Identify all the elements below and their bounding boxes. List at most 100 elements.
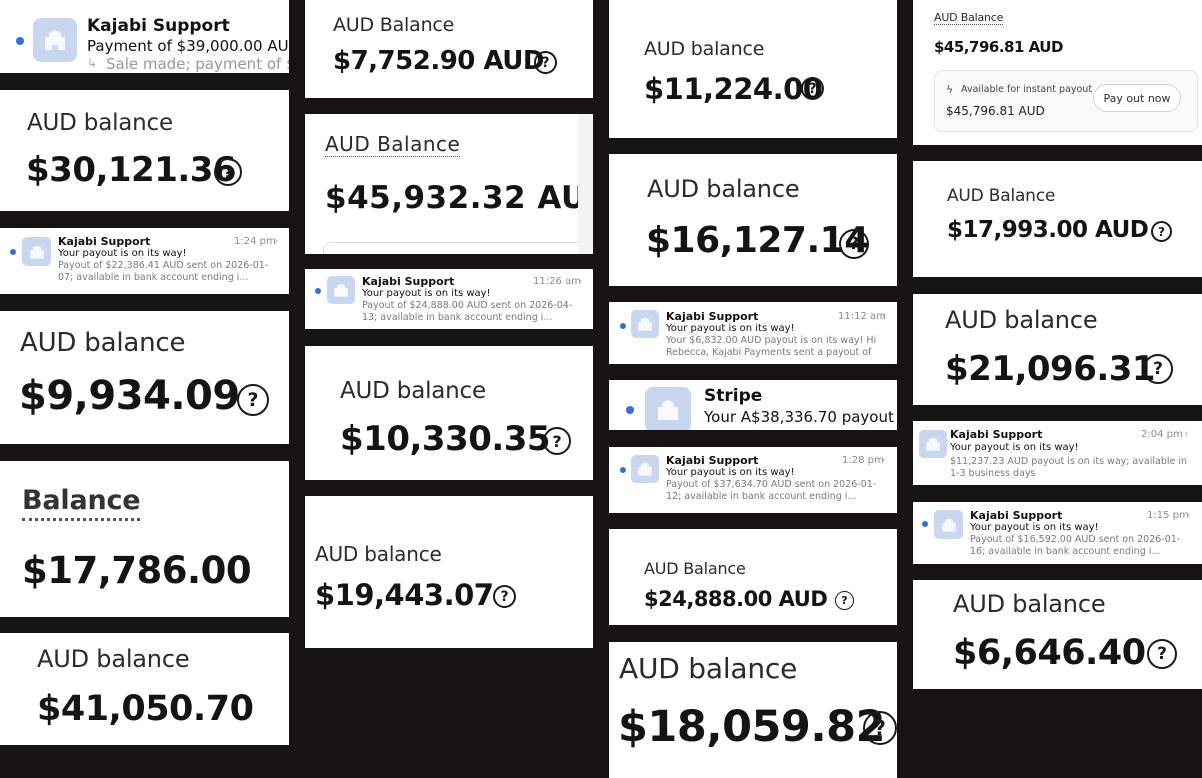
chevron-right-icon[interactable]: ›	[274, 234, 278, 247]
notification-subject: Your payout is on its way!	[970, 522, 1099, 533]
question-circle-icon[interactable]: ?	[835, 591, 854, 610]
balance-amount: $11,224.00	[644, 72, 823, 106]
balance-amount: $17,993.00 AUD	[947, 217, 1149, 243]
notification-subject: Your payout is on its way!	[58, 248, 187, 259]
balance-amount: $7,752.90 AUD	[333, 46, 544, 76]
unread-dot	[620, 467, 626, 473]
notification-sender: Kajabi Support	[666, 310, 759, 323]
notification-card[interactable]: Kajabi Support 11:12 am › Your payout is…	[609, 302, 897, 364]
balance-amount: $10,330.35	[340, 419, 551, 459]
question-circle-icon[interactable]: ?	[237, 384, 269, 416]
notification-subject: Payment of $39,000.00 AUD f	[87, 37, 289, 55]
balance-amount: $24,888.00 AUD	[644, 587, 828, 611]
notification-card[interactable]: Kajabi Support 1:24 pm › Your payout is …	[0, 228, 289, 294]
chevron-right-icon[interactable]: ›	[1184, 427, 1188, 440]
balance-card: AUD Balance $7,752.90 AUD ?	[305, 0, 593, 98]
notification-time: 11:26 am	[533, 276, 581, 287]
balance-amount: $9,934.09	[19, 373, 240, 419]
notification-time: 1:28 pm	[842, 455, 884, 466]
building-icon	[33, 18, 77, 62]
notification-preview: Payout of $16,592.00 AUD sent on 2026-01…	[970, 534, 1181, 558]
instant-payout-label: Available for instant payout	[961, 84, 1093, 95]
balance-amount: $16,127.14	[646, 220, 869, 261]
balance-card: AUD balance $9,934.09 ?	[0, 311, 289, 444]
building-icon	[919, 430, 947, 458]
question-circle-icon[interactable]: ?	[1143, 354, 1173, 384]
notification-sender: Kajabi Support	[58, 235, 151, 248]
notification-subject: Your A$38,336.70 payout	[704, 408, 894, 426]
balance-label: AUD balance	[315, 542, 442, 566]
notification-subject: Your payout is on its way!	[666, 323, 795, 334]
question-circle-icon[interactable]: ?	[801, 77, 824, 100]
question-circle-icon[interactable]: ?	[839, 229, 869, 259]
pay-out-now-button[interactable]: Pay out now	[1093, 84, 1181, 112]
chevron-right-icon[interactable]: ›	[881, 309, 885, 322]
balance-label: AUD balance	[647, 175, 800, 203]
lightning-icon: ϟ	[946, 83, 954, 96]
chevron-right-icon[interactable]: ›	[578, 274, 582, 287]
notification-card[interactable]: Kajabi Support Payment of $39,000.00 AUD…	[0, 0, 289, 73]
balance-amount: $6,646.40	[953, 633, 1146, 673]
unread-dot	[626, 406, 634, 414]
balance-card: AUD balance $10,330.35 ?	[305, 346, 593, 480]
notification-sender: Kajabi Support	[950, 428, 1043, 441]
notification-time: 1:24 pm	[234, 236, 276, 247]
building-icon	[327, 276, 355, 304]
balance-card: AUD balance $41,050.70	[0, 633, 289, 745]
reply-arrow-icon: ↳	[87, 56, 98, 70]
notification-card[interactable]: Stripe Your A$38,336.70 payout	[609, 380, 897, 430]
building-icon	[631, 455, 659, 483]
notification-sender: Kajabi Support	[970, 509, 1063, 522]
balance-card: AUD Balance $24,888.00 AUD ?	[609, 529, 897, 625]
notification-card[interactable]: Kajabi Support 2:04 pm › Your payout is …	[913, 421, 1202, 485]
question-circle-icon[interactable]: ?	[1151, 221, 1172, 242]
balance-label: AUD balance	[644, 38, 765, 60]
question-circle-icon[interactable]: ?	[214, 158, 242, 186]
notification-preview: Payout of $37,634.70 AUD sent on 2026-01…	[666, 479, 877, 503]
notification-sender: Stripe	[704, 386, 763, 406]
balance-amount: $21,096.31	[945, 349, 1156, 389]
balance-card: AUD balance $11,224.00 ?	[609, 0, 897, 138]
notification-preview: $11,237.23 AUD payout is on its way; ava…	[950, 456, 1188, 480]
unread-dot	[10, 249, 16, 255]
question-circle-icon[interactable]: ?	[1147, 639, 1177, 669]
balance-amount: $30,121.36	[26, 150, 237, 190]
balance-card: AUD balance $19,443.07 ?	[305, 496, 593, 648]
unread-dot	[16, 37, 24, 45]
balance-label: AUD balance	[340, 378, 486, 404]
question-circle-icon[interactable]: ?	[543, 427, 571, 455]
notification-subject: Your payout is on its way!	[666, 467, 795, 478]
question-circle-icon[interactable]: ?	[534, 51, 557, 74]
balance-card: AUD balance $21,096.31 ?	[913, 294, 1202, 405]
balance-label: AUD Balance	[947, 186, 1056, 206]
balance-label: AUD Balance	[333, 14, 455, 36]
balance-amount: $18,059.82	[618, 702, 886, 752]
balance-label: AUD Balance	[934, 11, 1004, 25]
building-icon	[631, 310, 659, 338]
notification-preview: Payout of $24,888.00 AUD sent on 2026-04…	[362, 300, 573, 324]
notification-sender: Kajabi Support	[666, 454, 759, 467]
instant-payout-amount: $45,796.81 AUD	[946, 104, 1045, 118]
building-icon	[645, 387, 691, 430]
notification-subject: Your payout is on its way!	[950, 442, 1079, 453]
balance-amount: $19,443.07	[315, 578, 494, 612]
building-icon	[934, 510, 963, 539]
balance-card: AUD balance $30,121.36 ?	[0, 90, 289, 211]
notification-card[interactable]: Kajabi Support 11:26 am › Your payout is…	[305, 269, 593, 329]
unread-dot	[315, 288, 321, 294]
question-circle-icon[interactable]: ?	[493, 585, 516, 608]
unread-dot	[922, 521, 928, 527]
notification-card[interactable]: Kajabi Support 1:15 pm › Your payout is …	[913, 502, 1202, 564]
notification-subject: Your payout is on its way!	[362, 288, 491, 299]
balance-card: Balance $17,786.00	[0, 461, 289, 617]
scroll-edge	[578, 114, 593, 254]
notification-time: 11:12 am	[838, 311, 886, 322]
balance-label: Balance	[22, 485, 141, 521]
question-circle-icon[interactable]: ?	[863, 711, 897, 745]
balance-label: AUD balance	[27, 110, 173, 136]
notification-card[interactable]: Kajabi Support 1:28 pm › Your payout is …	[609, 447, 897, 513]
chevron-right-icon[interactable]: ›	[1186, 508, 1190, 521]
chevron-right-icon[interactable]: ›	[881, 453, 885, 466]
balance-card: AUD balance $6,646.40 ?	[913, 580, 1202, 689]
balance-label: AUD balance	[945, 306, 1098, 334]
